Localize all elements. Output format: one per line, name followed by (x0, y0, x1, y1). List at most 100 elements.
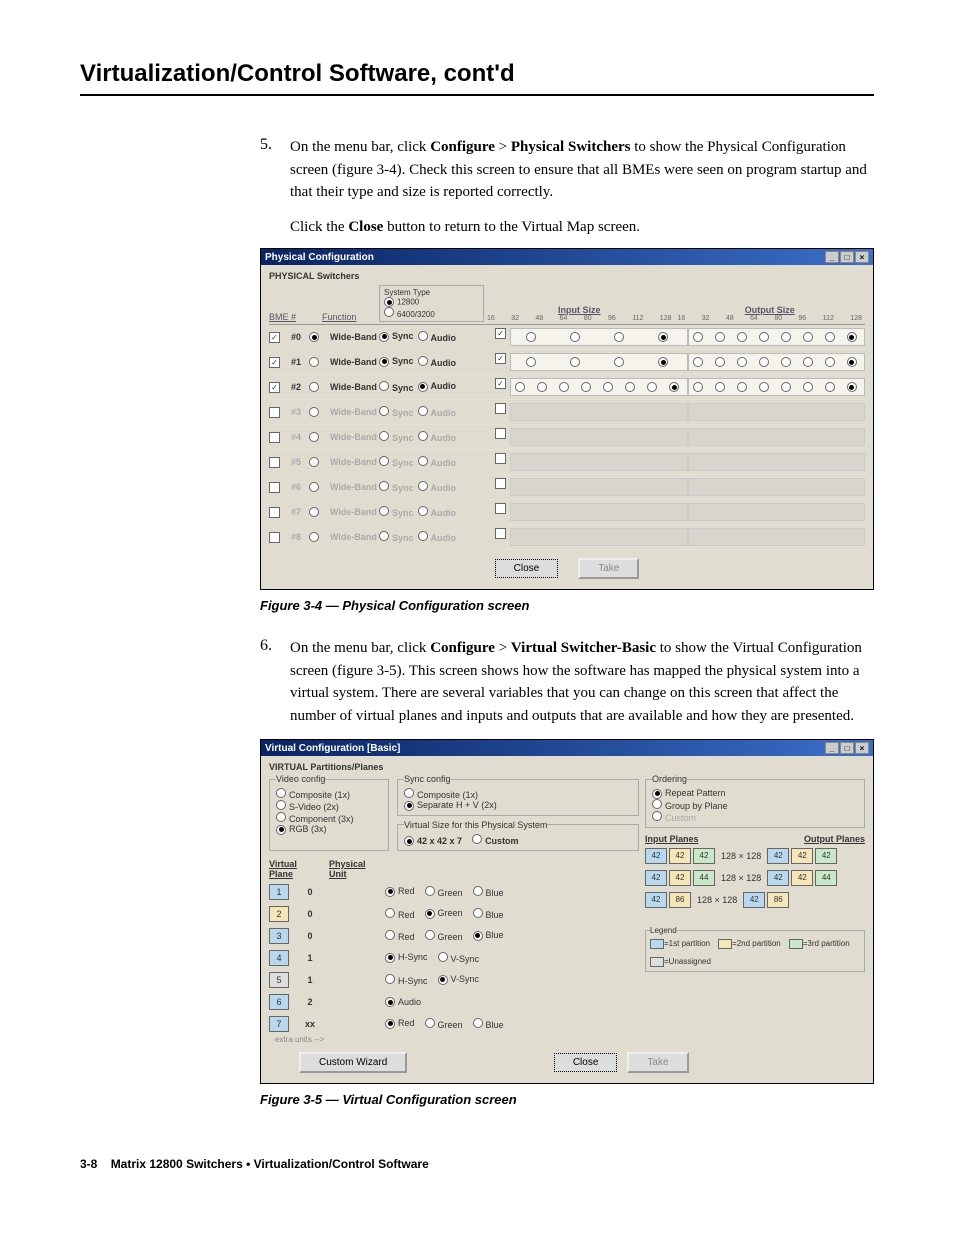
radio-label: Repeat Pattern (665, 788, 726, 798)
text: button to return to the Virtual Map scre… (383, 219, 640, 235)
minimize-icon[interactable]: _ (825, 251, 839, 263)
menu-configure: Configure (430, 640, 495, 656)
input-size-box[interactable] (510, 328, 688, 346)
bme-number: #5 (291, 457, 301, 467)
output-size-box[interactable] (688, 378, 866, 396)
radio-12800[interactable] (384, 297, 394, 307)
blue-radio[interactable] (473, 908, 483, 918)
wideband-radio[interactable] (309, 357, 319, 367)
green-radio[interactable] (425, 1018, 435, 1028)
text: On the menu bar, click (290, 139, 430, 155)
audio-label: Audio (431, 533, 457, 543)
blue-radio[interactable] (473, 931, 483, 941)
red-radio[interactable] (385, 908, 395, 918)
ordering-radio[interactable] (652, 789, 662, 799)
text: > (495, 640, 511, 656)
radio-label: RGB (3x) (289, 824, 327, 834)
sync-config-radio[interactable] (404, 801, 414, 811)
vsync-radio[interactable] (438, 975, 448, 985)
maximize-icon[interactable]: □ (840, 742, 854, 754)
video-config-radio[interactable] (276, 800, 286, 810)
enable-checkbox[interactable] (269, 532, 280, 543)
wideband-radio[interactable] (309, 382, 319, 392)
maximize-icon[interactable]: □ (840, 251, 854, 263)
audio-radio[interactable] (418, 331, 428, 341)
titlebar[interactable]: Physical Configuration _ □ × (261, 249, 873, 265)
titlebar-title: Physical Configuration (265, 252, 374, 263)
wideband-radio (309, 507, 319, 517)
physical-unit: 0 (295, 909, 325, 919)
enable-checkbox[interactable] (269, 457, 280, 468)
sync-radio (379, 431, 389, 441)
radio-label: Group by Plane (665, 801, 728, 811)
size-checkbox (495, 453, 506, 464)
virtual-plane-cell: 7 (269, 1016, 289, 1032)
output-size-box[interactable] (688, 353, 866, 371)
close-button[interactable]: Close (554, 1053, 618, 1072)
audio-radio[interactable] (418, 356, 428, 366)
page-footer: 3-8 Matrix 12800 Switchers • Virtualizat… (80, 1157, 874, 1171)
input-plane-box: 42 (669, 870, 691, 886)
size-checkbox[interactable]: ✓ (495, 328, 506, 339)
video-config-radio[interactable] (276, 825, 286, 835)
close-icon[interactable]: × (855, 251, 869, 263)
blue-radio[interactable] (473, 1018, 483, 1028)
sync-config-group: Sync config Composite (1x)Separate H + V… (397, 774, 639, 816)
hsync-radio[interactable] (385, 953, 395, 963)
minimize-icon[interactable]: _ (825, 742, 839, 754)
sync-radio[interactable] (379, 357, 389, 367)
radio-label: H-Sync (398, 952, 428, 962)
radio-size-fixed[interactable] (404, 836, 414, 846)
text: Click the (290, 219, 348, 235)
radio-6400[interactable] (384, 307, 394, 317)
sync-radio[interactable] (379, 381, 389, 391)
enable-checkbox[interactable]: ✓ (269, 382, 280, 393)
green-radio[interactable] (425, 886, 435, 896)
video-config-radio[interactable] (276, 788, 286, 798)
enable-checkbox[interactable]: ✓ (269, 357, 280, 368)
close-button[interactable]: Close (495, 559, 559, 578)
bme-row: #8Wide-BandSyncAudio (269, 525, 865, 550)
page-title: Virtualization/Control Software, cont'd (80, 60, 874, 96)
output-size-box[interactable] (688, 328, 866, 346)
enable-checkbox[interactable] (269, 482, 280, 493)
physical-unit: 1 (295, 975, 325, 985)
enable-checkbox[interactable] (269, 507, 280, 518)
enable-checkbox[interactable]: ✓ (269, 332, 280, 343)
titlebar[interactable]: Virtual Configuration [Basic] _ □ × (261, 740, 873, 756)
hsync-radio[interactable] (385, 974, 395, 984)
bme-number: #1 (291, 357, 301, 367)
wideband-radio[interactable] (309, 332, 319, 342)
input-size-box[interactable] (510, 353, 688, 371)
radio-label: Blue (486, 930, 504, 940)
enable-checkbox[interactable] (269, 432, 280, 443)
sync-radio[interactable] (379, 332, 389, 342)
radio-label: Blue (486, 888, 504, 898)
audio-label: Audio (431, 333, 457, 343)
enable-checkbox[interactable] (269, 407, 280, 418)
bme-row: ✓#0Wide-BandSyncAudio✓ (269, 325, 865, 350)
green-radio[interactable] (425, 909, 435, 919)
custom-wizard-button[interactable]: Custom Wizard (299, 1052, 407, 1073)
close-icon[interactable]: × (855, 742, 869, 754)
virtual-plane-cell: 6 (269, 994, 289, 1010)
radio-label: 42 x 42 x 7 (417, 836, 462, 846)
blue-radio[interactable] (473, 886, 483, 896)
size-checkbox[interactable]: ✓ (495, 353, 506, 364)
input-size-box[interactable] (510, 378, 688, 396)
red-radio[interactable] (385, 930, 395, 940)
sync-config-radio[interactable] (404, 788, 414, 798)
video-config-radio[interactable] (276, 812, 286, 822)
ordering-radio[interactable] (652, 799, 662, 809)
radio-size-custom[interactable] (472, 834, 482, 844)
vsync-radio[interactable] (438, 952, 448, 962)
audio-radio[interactable] (418, 382, 428, 392)
radio-label: Composite (1x) (289, 790, 350, 800)
green-radio[interactable] (425, 930, 435, 940)
take-button[interactable]: Take (627, 1052, 688, 1073)
take-button[interactable]: Take (578, 558, 639, 579)
size-checkbox[interactable]: ✓ (495, 378, 506, 389)
red-radio[interactable] (385, 887, 395, 897)
audio-radio[interactable] (385, 997, 395, 1007)
red-radio[interactable] (385, 1019, 395, 1029)
